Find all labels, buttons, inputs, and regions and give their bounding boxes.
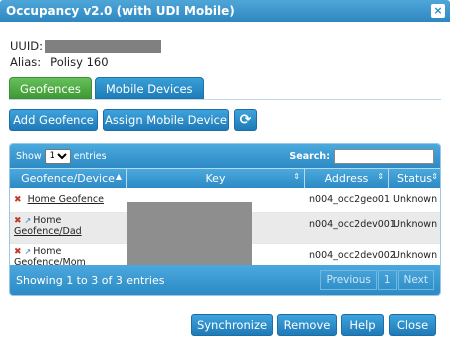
remove-button[interactable]: Remove (277, 314, 337, 336)
occupancy-dialog: Occupancy v2.0 (with UDI Mobile) × UUID:… (0, 0, 450, 345)
sort-asc-icon: ▲ (115, 172, 122, 181)
column-header-key[interactable]: Key ⇕ (127, 169, 305, 188)
dialog-title: Occupancy v2.0 (with UDI Mobile) (6, 4, 235, 18)
status-cell: Unknown (393, 219, 438, 230)
address-cell: n004_occ2geo01 (309, 194, 390, 205)
add-geofence-button[interactable]: Add Geofence (9, 109, 98, 131)
next-page-button[interactable]: Next (397, 270, 434, 290)
uuid-redacted-value (44, 39, 161, 53)
row-name-line1: Home (33, 215, 62, 226)
entries-summary: Showing 1 to 3 of 3 entries (16, 273, 165, 287)
previous-page-button[interactable]: Previous (320, 270, 377, 290)
dialog-titlebar: Occupancy v2.0 (with UDI Mobile) × (0, 0, 450, 22)
close-button[interactable]: Close (389, 314, 436, 336)
help-button[interactable]: Help (341, 314, 384, 336)
row-name-line1: Home (33, 246, 62, 257)
alias-label: Alias: (10, 55, 42, 69)
entries-per-page-select[interactable]: 10 (44, 148, 71, 164)
address-cell: n004_occ2dev001 (309, 219, 396, 230)
tab-divider (9, 99, 441, 100)
search-input[interactable] (334, 148, 434, 164)
table-toolbar: Show 10 entries Search: (10, 144, 440, 168)
table-grid: Geofence/Device ▲ Key ⇕ Address ⇕ Status ⇕ ✖… (10, 168, 440, 287)
uuid-label: UUID: (10, 39, 43, 53)
column-header-address[interactable]: Address ⇕ (305, 169, 389, 188)
sort-both-icon: ⇕ (431, 172, 438, 181)
tab-geofences[interactable]: Geofences (9, 77, 92, 99)
assign-mobile-device-button[interactable]: Assign Mobile Device (103, 109, 229, 131)
entries-label: entries (73, 150, 107, 162)
page-1-button[interactable]: 1 (377, 270, 397, 290)
table-header: Geofence/Device ▲ Key ⇕ Address ⇕ Status ⇕ (10, 168, 440, 188)
link-icon[interactable]: ↗ (25, 216, 32, 225)
link-icon[interactable]: ↗ (25, 247, 32, 256)
alias-value: Polisy 160 (50, 55, 109, 69)
status-cell: Unknown (393, 194, 438, 205)
tab-bar: Geofences Mobile Devices (9, 77, 204, 99)
column-header-geofence-device[interactable]: Geofence/Device ▲ (10, 169, 127, 188)
synchronize-button[interactable]: Synchronize (191, 314, 273, 336)
delete-icon[interactable]: ✖ (14, 247, 22, 257)
sort-both-icon: ⇕ (377, 172, 384, 181)
table-footer: Showing 1 to 3 of 3 entries Previous 1 N… (10, 265, 440, 295)
refresh-icon: ⟳ (239, 112, 252, 128)
column-header-status[interactable]: Status ⇕ (389, 169, 440, 188)
device-info: UUID: Alias: Polisy 160 (10, 38, 161, 70)
close-icon[interactable]: × (431, 4, 445, 18)
search-label: Search: (289, 150, 330, 162)
device-link[interactable]: Geofence/Dad (14, 226, 82, 237)
show-label: Show (16, 150, 42, 162)
delete-icon[interactable]: ✖ (14, 195, 22, 205)
pagination: Previous 1 Next (320, 270, 434, 290)
geofence-link[interactable]: Home Geofence (28, 194, 104, 205)
tab-mobile-devices[interactable]: Mobile Devices (94, 77, 204, 99)
sort-both-icon: ⇕ (293, 172, 300, 181)
refresh-button[interactable]: ⟳ (234, 109, 257, 131)
delete-icon[interactable]: ✖ (14, 216, 22, 226)
geofence-table: Show 10 entries Search: Geofence/Device ▲… (9, 143, 441, 296)
